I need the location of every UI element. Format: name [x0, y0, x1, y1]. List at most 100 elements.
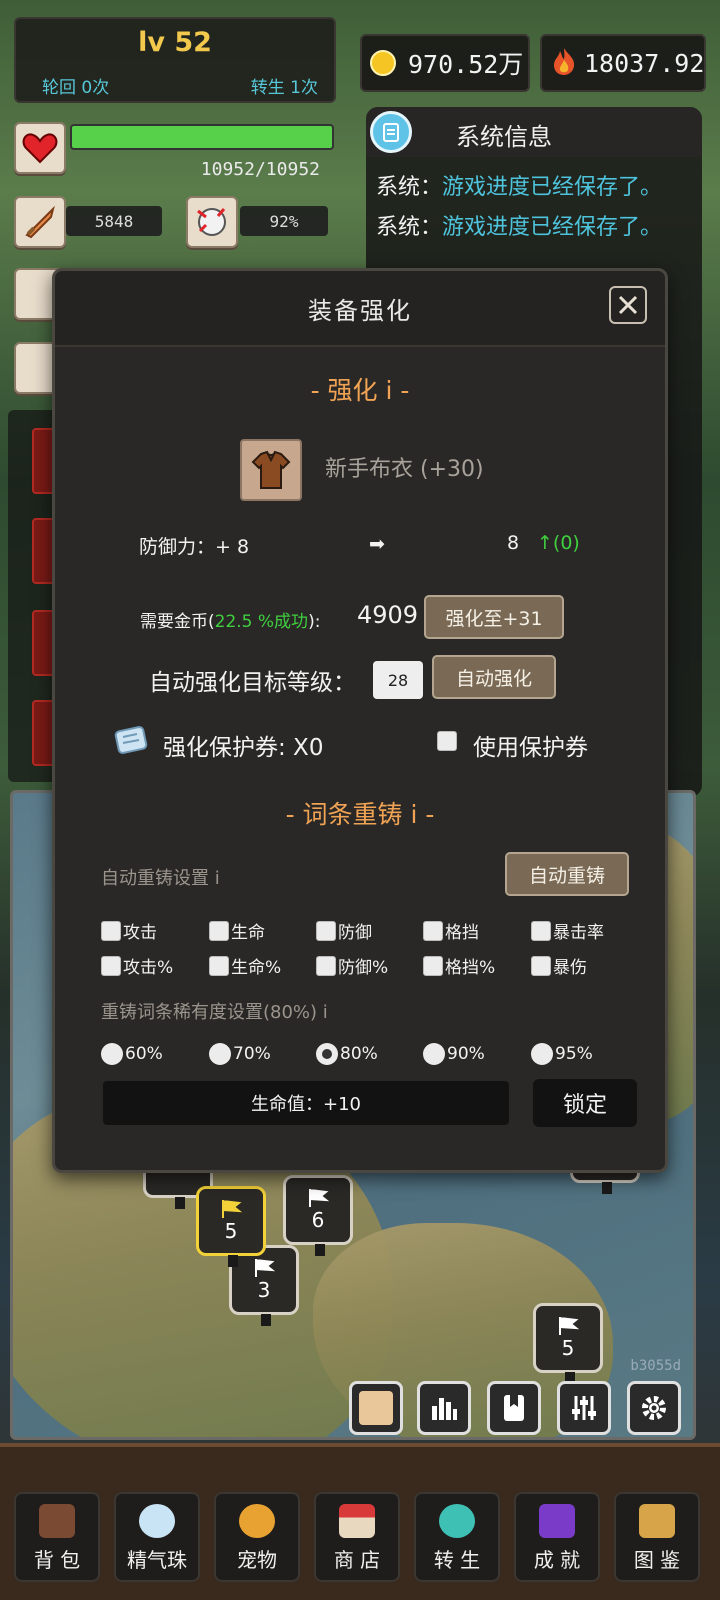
nav-label: 背 包	[33, 1548, 81, 1572]
level-panel: lv 52 轮回 0次 转生 1次	[14, 17, 336, 103]
gold-coin-icon	[370, 50, 396, 76]
reforge-option-checkbox[interactable]: 暴伤	[531, 953, 587, 978]
radio-button[interactable]	[209, 1043, 231, 1065]
rarity-radio[interactable]: 70%	[209, 1043, 271, 1065]
sliders-icon[interactable]	[557, 1381, 611, 1435]
system-message: 系统：游戏进度已经保存了。	[376, 175, 663, 200]
fire-icon	[550, 46, 578, 80]
achievement-book-icon	[539, 1504, 575, 1538]
flag-icon	[222, 1200, 242, 1218]
nav-shop[interactable]: 商 店	[314, 1492, 400, 1582]
auto-target-label: 自动强化目标等级：	[149, 670, 356, 696]
nav-label: 成 就	[533, 1548, 581, 1572]
rarity-radio[interactable]: 80%	[316, 1043, 378, 1065]
checkbox-label: 生命	[231, 923, 265, 943]
dialog-header: 装备强化	[55, 271, 665, 347]
checkbox[interactable]	[531, 955, 551, 976]
map-stage-node-current[interactable]: 5	[196, 1186, 266, 1267]
nav-codex[interactable]: 图 鉴	[614, 1492, 700, 1582]
equipment-enhance-dialog: 装备强化 - 强化 i - 新手布衣 (+30) 防御力：+ 8 ➡ 8 ↑(0…	[52, 268, 668, 1173]
notice-icon	[370, 111, 412, 153]
reforge-option-checkbox[interactable]: 防御%	[316, 953, 388, 978]
nav-label: 转 生	[433, 1548, 481, 1572]
reincarnation-count: 轮回 0次	[42, 78, 110, 98]
close-button[interactable]	[609, 286, 647, 324]
dialog-title: 装备强化	[308, 297, 412, 325]
checkbox[interactable]	[209, 920, 229, 941]
reforge-option-checkbox[interactable]: 生命	[209, 918, 265, 943]
defense-delta: ↑(0)	[537, 532, 580, 554]
protect-scroll-icon	[113, 723, 149, 761]
nav-label: 宠物	[237, 1548, 277, 1572]
reforge-option-checkbox[interactable]: 攻击	[101, 918, 157, 943]
checkbox-label: 暴击率	[553, 923, 604, 943]
use-protect-checkbox[interactable]	[437, 731, 457, 751]
nav-rebirth[interactable]: 转 生	[414, 1492, 500, 1582]
checkbox[interactable]	[209, 955, 229, 976]
auto-reforge-settings-label[interactable]: 自动重铸设置 i	[101, 864, 220, 890]
reforge-option-checkbox[interactable]: 暴击率	[531, 918, 604, 943]
protect-ticket-count: 强化保护券: X0	[163, 735, 324, 761]
heart-icon	[14, 122, 66, 174]
nav-spirit-orb[interactable]: 精气珠	[114, 1492, 200, 1582]
radio-button[interactable]	[316, 1043, 338, 1065]
checkbox[interactable]	[423, 955, 443, 976]
nav-label: 图 鉴	[633, 1548, 681, 1572]
settings-gear-icon[interactable]	[627, 1381, 681, 1435]
rarity-setting-label[interactable]: 重铸词条稀有度设置(80%) i	[101, 998, 328, 1024]
build-code: b3055d	[630, 1358, 681, 1374]
checkbox[interactable]	[423, 920, 443, 941]
gold-amount: 970.52万	[408, 50, 524, 79]
checkbox-label: 格挡%	[445, 958, 496, 978]
radio-button[interactable]	[101, 1043, 123, 1065]
radio-button[interactable]	[423, 1043, 445, 1065]
nav-pet[interactable]: 宠物	[214, 1492, 300, 1582]
enhance-button[interactable]: 强化至+31	[424, 595, 564, 639]
cloth-armor-icon[interactable]	[240, 439, 302, 501]
rarity-radio[interactable]: 90%	[423, 1043, 485, 1065]
reforge-section-title[interactable]: - 词条重铸 i -	[55, 795, 665, 831]
checkbox-label: 防御%	[338, 958, 389, 978]
flag-icon	[559, 1317, 579, 1335]
nav-achievement[interactable]: 成 就	[514, 1492, 600, 1582]
auto-enhance-button[interactable]: 自动强化	[432, 655, 556, 699]
rarity-radio[interactable]: 95%	[531, 1043, 593, 1065]
success-rate: 22.5 %成功	[214, 612, 309, 632]
checkbox[interactable]	[316, 920, 336, 941]
map-edit-icon[interactable]	[349, 1381, 403, 1435]
radio-label: 70%	[233, 1044, 271, 1064]
hp-bar	[70, 124, 334, 150]
shop-icon	[339, 1504, 375, 1538]
auto-reforge-button[interactable]: 自动重铸	[505, 852, 629, 896]
checkbox[interactable]	[101, 920, 121, 941]
nav-label: 精气珠	[127, 1548, 187, 1572]
defense-new: 8	[507, 532, 520, 554]
reforge-option-checkbox[interactable]: 防御	[316, 918, 372, 943]
lock-button[interactable]: 锁定	[533, 1079, 637, 1127]
checkbox[interactable]	[101, 955, 121, 976]
radio-button[interactable]	[531, 1043, 553, 1065]
reforge-option-checkbox[interactable]: 格挡%	[423, 953, 495, 978]
reforge-option-checkbox[interactable]: 生命%	[209, 953, 281, 978]
reforge-option-checkbox[interactable]: 格挡	[423, 918, 479, 943]
level-label: lv 52	[138, 27, 212, 58]
checkbox-label: 格挡	[445, 923, 479, 943]
backpack-icon	[39, 1504, 75, 1538]
map-stage-node[interactable]: 5	[533, 1303, 603, 1384]
item-name: 新手布衣 (+30)	[325, 457, 484, 482]
ranking-chart-icon[interactable]	[417, 1381, 471, 1435]
checkbox[interactable]	[531, 920, 551, 941]
reforge-option-checkbox[interactable]: 攻击%	[101, 953, 173, 978]
arrow-right-icon: ➡	[369, 533, 385, 555]
bookmark-icon[interactable]	[487, 1381, 541, 1435]
current-reforge-stat: 生命值：+10	[103, 1081, 509, 1125]
checkbox-label: 防御	[338, 923, 372, 943]
map-stage-node[interactable]: 6	[283, 1175, 353, 1256]
auto-target-level-input[interactable]	[373, 661, 423, 699]
nav-backpack[interactable]: 背 包	[14, 1492, 100, 1582]
system-info-header: 系统信息	[366, 107, 702, 157]
enhance-section-title[interactable]: - 强化 i -	[55, 371, 665, 407]
rarity-radio[interactable]: 60%	[101, 1043, 163, 1065]
checkbox[interactable]	[316, 955, 336, 976]
gold-display: 970.52万	[360, 34, 530, 92]
